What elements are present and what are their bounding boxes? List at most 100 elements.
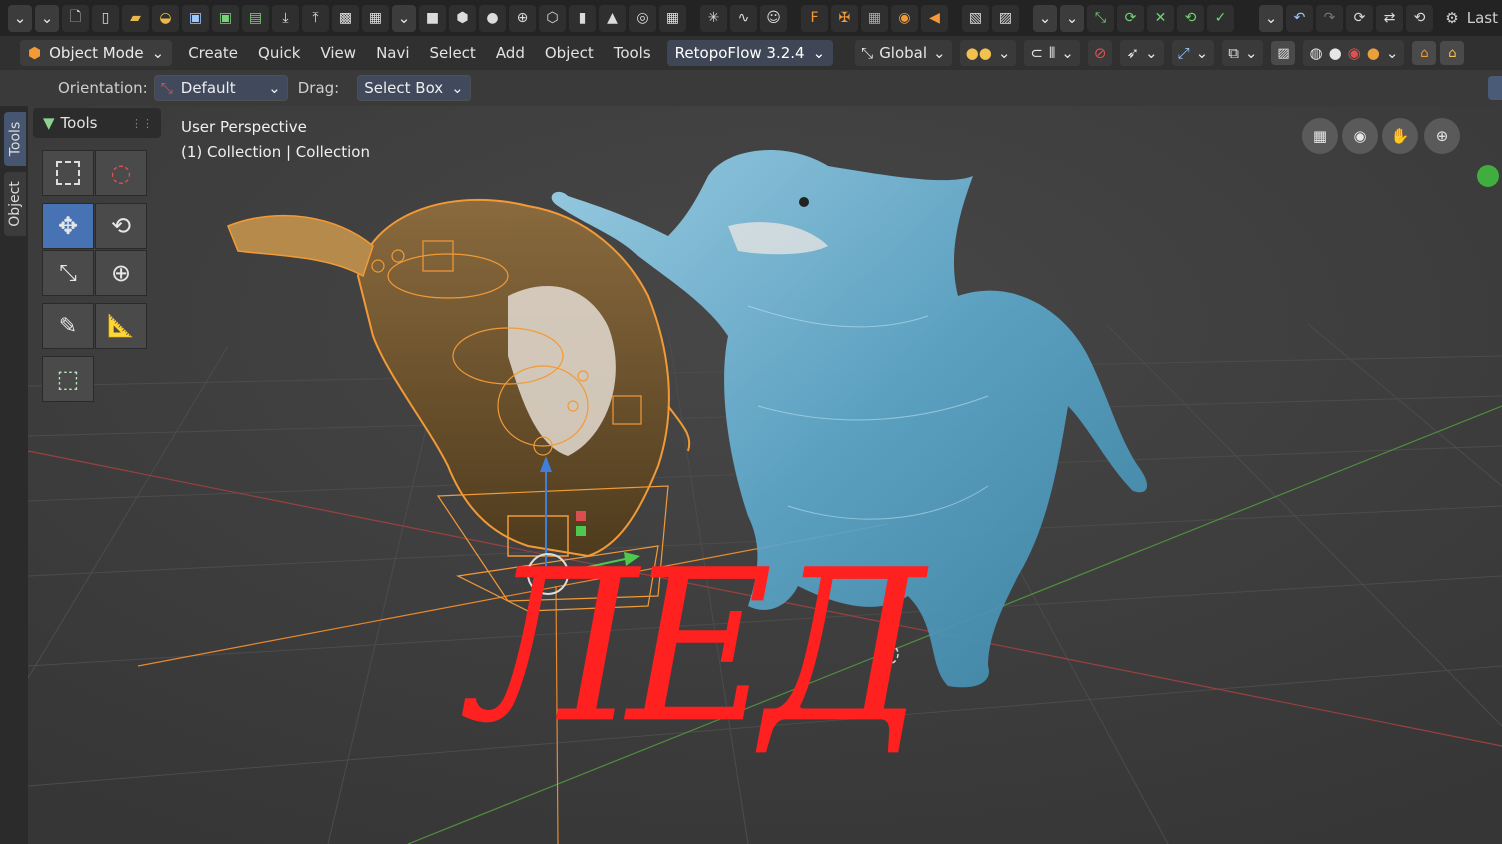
tools-panel-header[interactable]: ▼ Tools ⋮⋮: [33, 108, 161, 138]
render-image-button[interactable]: ▩: [332, 4, 359, 32]
history-button[interactable]: ⟳: [1346, 4, 1373, 32]
transform-orientation-dropdown[interactable]: ⤡ Global ⌄: [855, 40, 952, 66]
add-cube-tool[interactable]: ⬚: [42, 356, 94, 402]
orientation-dropdown[interactable]: ⤡ Default ⌄: [153, 75, 288, 101]
check-button[interactable]: ✓: [1207, 4, 1234, 32]
add-empty-button[interactable]: ✳: [700, 4, 727, 32]
overlay-dropdown[interactable]: ⧉ ⌄: [1222, 40, 1264, 66]
repeat-button[interactable]: ⇄: [1376, 4, 1403, 32]
swap-button[interactable]: ⟲: [1406, 4, 1433, 32]
add-lattice-button[interactable]: ▦: [861, 4, 888, 32]
add-text-button[interactable]: F: [801, 4, 828, 32]
menu-object[interactable]: Object: [535, 40, 604, 66]
add-cube-button[interactable]: ■: [419, 4, 446, 32]
render-anim-icon: ▦: [368, 10, 383, 26]
gizmo-dropdown[interactable]: ⤢ ⌄: [1171, 40, 1215, 66]
mirror-button[interactable]: ✕: [1147, 4, 1174, 32]
render-dropdown[interactable]: ⌄: [392, 4, 416, 32]
retopoflow-menu[interactable]: RetopoFlow 3.2.4 ⌄: [666, 40, 834, 66]
save-copy-button[interactable]: ▤: [242, 4, 269, 32]
add-ico-sphere-button[interactable]: ⬡: [539, 4, 566, 32]
sync-button[interactable]: ⟲: [1177, 4, 1204, 32]
editor-type-dropdown[interactable]: ⌄: [8, 4, 32, 32]
add-armature-button[interactable]: ✠: [831, 4, 858, 32]
shading-modes[interactable]: ◍ ● ◉ ● ⌄: [1303, 40, 1405, 66]
snap-dropdown[interactable]: ⊂ ⫴ ⌄: [1024, 40, 1080, 66]
scale-tool[interactable]: ⤡: [42, 250, 94, 296]
recent-button[interactable]: ◒: [152, 4, 179, 32]
add-cylinder-button[interactable]: ▮: [569, 4, 596, 32]
select-box-tool[interactable]: [42, 150, 94, 196]
undo-button[interactable]: ↶: [1286, 4, 1313, 32]
snap-button[interactable]: ⤡: [1087, 4, 1114, 32]
monkey-icon: ☺: [766, 10, 781, 26]
add-torus-button[interactable]: ◎: [629, 4, 656, 32]
uv-sphere-icon: ⊕: [516, 10, 529, 26]
visibility-dropdown[interactable]: ➶ ⌄: [1120, 40, 1164, 66]
menu-add[interactable]: Add: [486, 40, 535, 66]
zoom-view-button[interactable]: ⊕: [1424, 118, 1460, 154]
annotate-tool[interactable]: ✎: [42, 303, 94, 349]
save-as-button[interactable]: ▣: [212, 4, 239, 32]
gear-icon: ⚙: [1445, 8, 1459, 27]
export-button[interactable]: ⤒: [302, 4, 329, 32]
file-button[interactable]: ▯: [92, 4, 119, 32]
gizmo-y-ball: [1477, 165, 1499, 187]
editor-dropdown-b[interactable]: ⌄: [1060, 4, 1084, 32]
menu-create[interactable]: Create: [178, 40, 248, 66]
redo-button[interactable]: ↷: [1316, 4, 1343, 32]
camera-view-button[interactable]: ◉: [1342, 118, 1378, 154]
sidebar-toggle[interactable]: [1488, 76, 1502, 100]
rotate-tool[interactable]: ⟲: [95, 203, 147, 249]
transform-tool[interactable]: ⊕: [95, 250, 147, 296]
add-speaker-button[interactable]: ◀: [921, 4, 948, 32]
toggle-ortho-button[interactable]: ▦: [1302, 118, 1338, 154]
chevron-down-icon: ⌄: [151, 44, 165, 62]
menu-navi[interactable]: Navi: [366, 40, 419, 66]
tab-object[interactable]: Object: [4, 172, 26, 236]
mode-selector[interactable]: ⬢ Object Mode ⌄: [20, 40, 173, 66]
menu-select[interactable]: Select: [420, 40, 486, 66]
add-grid-button[interactable]: ▦: [659, 4, 686, 32]
orientation-value: Default: [180, 79, 236, 97]
image-editor-button[interactable]: ▧: [962, 4, 989, 32]
loop-button[interactable]: ⟳: [1117, 4, 1144, 32]
menu-dropdown[interactable]: ⌄: [35, 4, 59, 32]
open-button[interactable]: ▰: [122, 4, 149, 32]
cursor-tool[interactable]: ◌: [95, 150, 147, 196]
add-sphere-button[interactable]: ●: [479, 4, 506, 32]
xray-toggle[interactable]: ▨: [1271, 41, 1296, 65]
add-uv-sphere-button[interactable]: ⊕: [509, 4, 536, 32]
last-operator[interactable]: ⚙ Last: [1437, 4, 1502, 31]
add-monkey-button[interactable]: ☺: [760, 4, 787, 32]
chevron-down-icon: ⌄: [933, 44, 946, 62]
save-button[interactable]: ▣: [182, 4, 209, 32]
add-curve-button[interactable]: ∿: [730, 4, 757, 32]
drag-handle-icon[interactable]: ⋮⋮: [131, 117, 153, 130]
menu-quick[interactable]: Quick: [248, 40, 310, 66]
hand-icon: ✋: [1390, 127, 1410, 145]
add-camera-button[interactable]: ◉: [891, 4, 918, 32]
render-image-icon: ▩: [338, 10, 353, 26]
tab-tools[interactable]: Tools: [4, 112, 26, 166]
import-button[interactable]: ⤓: [272, 4, 299, 32]
uv-editor-button[interactable]: ▨: [992, 4, 1019, 32]
pan-view-button[interactable]: ✋: [1382, 118, 1418, 154]
drag-dropdown[interactable]: Select Box ⌄: [357, 75, 471, 101]
menu-tools[interactable]: Tools: [604, 40, 661, 66]
move-tool[interactable]: ✥: [42, 203, 94, 249]
measure-tool[interactable]: 📐: [95, 303, 147, 349]
new-file-button[interactable]: 🗋: [62, 4, 89, 32]
home-button[interactable]: ⌂: [1412, 41, 1437, 65]
add-rounded-cube-button[interactable]: ⬢: [449, 4, 476, 32]
viewport-header: ⬢ Object Mode ⌄ Create Quick View Navi S…: [0, 36, 1502, 70]
proportional-edit-toggle[interactable]: ⊘: [1087, 40, 1113, 66]
menu-view[interactable]: View: [310, 40, 366, 66]
render-anim-button[interactable]: ▦: [362, 4, 389, 32]
torus-icon: ◎: [636, 10, 649, 26]
add-cone-button[interactable]: ▲: [599, 4, 626, 32]
pivot-dropdown[interactable]: ●● ⌄: [959, 40, 1017, 66]
home-alt-button[interactable]: ⌂: [1440, 41, 1465, 65]
history-dropdown[interactable]: ⌄: [1259, 4, 1283, 32]
editor-dropdown-a[interactable]: ⌄: [1033, 4, 1057, 32]
